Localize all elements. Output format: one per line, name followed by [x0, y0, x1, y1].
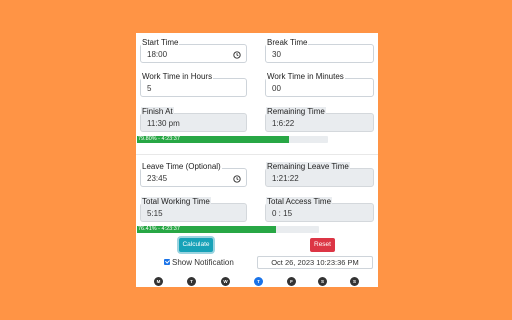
clock-icon[interactable] — [233, 51, 241, 59]
remaining-leave-value: 1:21:22 — [272, 174, 299, 183]
finish-at-value: 11:30 pm — [147, 119, 180, 128]
weekday-dot[interactable]: T — [254, 277, 263, 286]
show-notification-toggle[interactable]: Show Notification — [164, 258, 234, 268]
show-notification-label: Show Notification — [172, 258, 234, 267]
work-minutes-value: 00 — [272, 84, 281, 93]
total-working-field: Total Working Time 5:15 — [140, 197, 247, 222]
remaining-time-value: 1:6:22 — [272, 119, 295, 128]
leave-time-label: Leave Time (Optional) — [141, 162, 222, 172]
total-access-value: 0 : 15 — [272, 209, 293, 218]
current-datetime: Oct 26, 2023 10:23:36 PM — [257, 256, 373, 269]
timer-panel: Start Time 18:00 Break Time 30 Work Time… — [136, 33, 378, 287]
work-progress-bar: 79.80% - 4:23:37 — [137, 136, 328, 143]
work-hours-label: Work Time in Hours — [141, 72, 214, 82]
leave-time-field: Leave Time (Optional) 23:45 — [140, 162, 247, 187]
start-time-value: 18:00 — [147, 50, 168, 59]
work-minutes-label: Work Time in Minutes — [266, 72, 345, 82]
finish-at-label: Finish At — [141, 107, 174, 117]
weekday-dot[interactable]: T — [187, 277, 196, 286]
weekday-dot[interactable]: M — [154, 277, 163, 286]
start-time-label: Start Time — [141, 38, 180, 48]
start-time-field: Start Time 18:00 — [140, 38, 247, 63]
leave-time-value: 23:45 — [147, 174, 168, 183]
remaining-time-label: Remaining Time — [266, 107, 326, 117]
finish-at-field: Finish At 11:30 pm — [140, 107, 247, 132]
work-hours-value: 5 — [147, 84, 152, 93]
weekday-selector: MTWTFSS — [136, 277, 378, 286]
total-working-value: 5:15 — [147, 209, 163, 218]
calculate-button[interactable]: Calculate — [179, 238, 213, 252]
break-time-value: 30 — [272, 50, 281, 59]
clock-icon[interactable] — [233, 175, 241, 183]
weekday-dot[interactable]: F — [287, 277, 296, 286]
total-access-field: Total Access Time 0 : 15 — [265, 197, 374, 222]
total-access-label: Total Access Time — [266, 197, 333, 207]
total-working-label: Total Working Time — [141, 197, 211, 207]
remaining-leave-field: Remaining Leave Time 1:21:22 — [265, 162, 374, 187]
remaining-leave-label: Remaining Leave Time — [266, 162, 350, 172]
weekday-dot[interactable]: S — [350, 277, 359, 286]
reset-button[interactable]: Reset — [310, 238, 335, 252]
remaining-time-field: Remaining Time 1:6:22 — [265, 107, 374, 132]
notification-checkbox[interactable] — [164, 259, 170, 265]
work-progress-label: 79.80% - 4:23:37 — [138, 136, 180, 142]
break-time-field: Break Time 30 — [265, 38, 374, 63]
work-hours-field: Work Time in Hours 5 — [140, 72, 247, 97]
section-divider — [136, 154, 378, 155]
weekday-dot[interactable]: W — [221, 277, 230, 286]
leave-progress-bar: 76.41% - 4:23:37 — [137, 226, 319, 233]
leave-progress-label: 76.41% - 4:23:37 — [138, 226, 180, 232]
work-minutes-field: Work Time in Minutes 00 — [265, 72, 374, 97]
weekday-dot[interactable]: S — [318, 277, 327, 286]
break-time-label: Break Time — [266, 38, 309, 48]
